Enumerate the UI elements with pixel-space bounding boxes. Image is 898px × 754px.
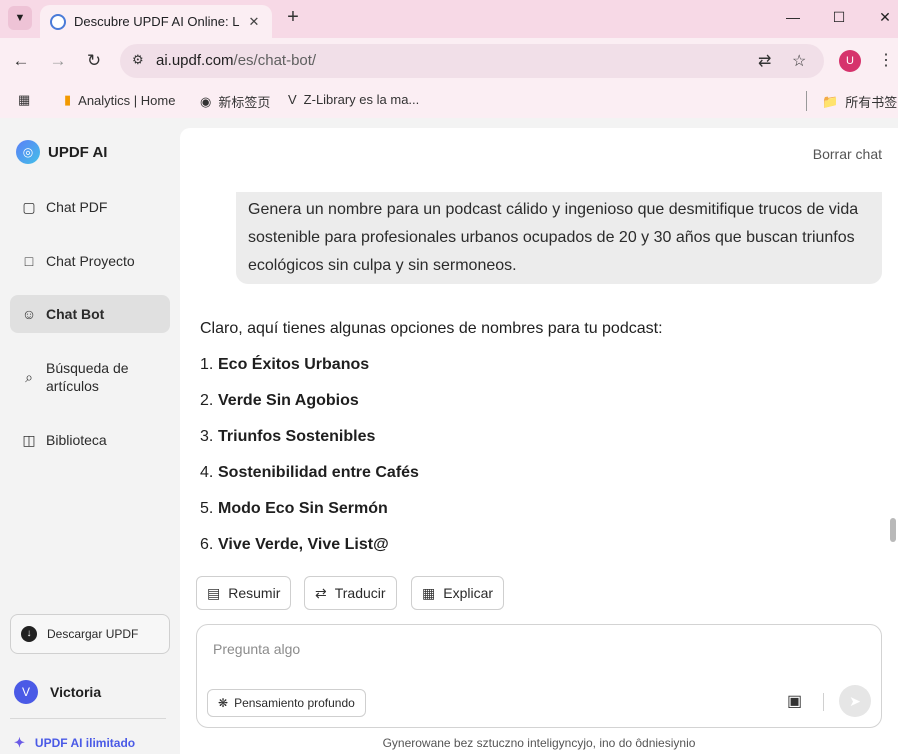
list-item: 5. Modo Eco Sin Sermón (200, 500, 388, 517)
clear-chat-button[interactable]: Borrar chat (813, 146, 882, 162)
bookmark-new-tab[interactable]: ◉ 新标签页 (200, 92, 270, 111)
sidebar-item-label: Chat Bot (46, 306, 105, 322)
bot-icon: ☺ (21, 306, 37, 322)
browser-menu-icon[interactable]: ⋮ (878, 50, 894, 70)
analytics-icon: ▮ (64, 92, 72, 107)
translate-button[interactable]: ⇄ Traducir (304, 576, 397, 610)
chat-panel: Borrar chat Genera un nombre para un pod… (180, 128, 898, 754)
browser-toolbar: ← → ↻ ⚙ ai.updf.com/es/chat-bot/ ⇄ ☆ U ⋮ (0, 38, 898, 84)
sidebar-item-chat-bot[interactable]: ☺ Chat Bot (10, 295, 170, 333)
message-composer: ❋ Pensamiento profundo ▣ ➤ (196, 624, 882, 728)
download-updf-button[interactable]: ↓ Descargar UPDF (10, 614, 170, 654)
list-item: 4. Sostenibilidad entre Cafés (200, 464, 419, 481)
summarize-button[interactable]: ▤ Resumir (196, 576, 292, 610)
bookmarks-divider (806, 91, 807, 111)
answer-list: 1. Eco Éxitos Urbanos 2. Verde Sin Agobios… (200, 356, 419, 572)
send-icon: ➤ (849, 693, 861, 709)
updf-favicon-icon (50, 13, 66, 30)
list-item: 2. Verde Sin Agobios (200, 392, 359, 409)
sidebar-divider (10, 718, 166, 719)
scrollbar[interactable] (890, 518, 896, 542)
ai-disclaimer: Gynerowane bez sztuczno inteligyncyjo, i… (382, 736, 696, 750)
user-name: Victoria (50, 684, 102, 700)
composer-divider (823, 693, 824, 711)
folder-icon: □ (24, 253, 34, 269)
address-bar[interactable]: ⚙ ai.updf.com/es/chat-bot/ ⇄ ☆ (120, 44, 824, 78)
upgrade-link[interactable]: ✦ UPDF AI ilimitado (14, 735, 135, 751)
tab-search-button[interactable]: ▼ (8, 6, 32, 30)
sidebar-item-chat-pdf[interactable]: ▢ Chat PDF (10, 188, 170, 226)
browser-tab[interactable]: Descubre UPDF AI Online: La ✕ (40, 5, 272, 38)
translate-icon[interactable]: ⇄ (758, 51, 771, 71)
sidebar-item-label: Búsqueda de artículos (46, 360, 129, 394)
message-input[interactable] (213, 641, 833, 657)
send-button[interactable]: ➤ (839, 685, 871, 717)
sidebar-item-chat-proyecto[interactable]: □ Chat Proyecto (10, 242, 170, 280)
zlibrary-icon: V (288, 92, 297, 107)
browser-tab-strip: ▼ Descubre UPDF AI Online: La ✕ + — ☐ ✕ (0, 0, 898, 38)
chevron-down-icon: ▼ (14, 12, 26, 24)
minimize-button[interactable]: — (782, 6, 804, 28)
globe-icon: ◉ (200, 93, 212, 109)
library-icon: ◫ (22, 431, 36, 448)
search-doc-icon: ⌕ (25, 368, 33, 385)
brand[interactable]: ◎ UPDF AI (16, 140, 107, 164)
app-sidebar: ◎ UPDF AI ▢ Chat PDF □ Chat Proyecto ☺ C… (0, 118, 180, 754)
profile-avatar[interactable]: U (839, 50, 861, 72)
explain-button[interactable]: ▦ Explicar (411, 576, 505, 610)
sidebar-item-label: Chat PDF (46, 199, 108, 215)
sparkle-icon: ✦ (14, 735, 25, 750)
brand-name: UPDF AI (48, 143, 108, 161)
bookmarks-bar: ▦ ▮ Analytics | Home ◉ 新标签页 V Z-Library … (0, 84, 898, 118)
bookmark-zlibrary[interactable]: V Z-Library es la ma... (288, 92, 419, 107)
url-text[interactable]: ai.updf.com/es/chat-bot/ (156, 52, 316, 69)
all-bookmarks[interactable]: 📁 所有书签 (822, 92, 897, 111)
user-message-bubble: Genera un nombre para un podcast cálido … (236, 192, 882, 284)
back-button[interactable]: ← (10, 50, 32, 72)
sidebar-item-busqueda[interactable]: ⌕ Búsqueda de artículos (10, 350, 170, 404)
apps-grid-icon[interactable]: ▦ (18, 92, 30, 108)
sidebar-item-label: Chat Proyecto (46, 253, 135, 269)
list-item: 6. Vive Verde, Vive List@ (200, 536, 389, 553)
book-icon: ▦ (422, 584, 436, 601)
image-upload-icon[interactable]: ▣ (787, 691, 802, 711)
forward-button[interactable]: → (47, 50, 69, 72)
updf-logo-icon: ◎ (16, 140, 40, 164)
bookmark-analytics[interactable]: ▮ Analytics | Home (64, 92, 175, 108)
bookmark-star-icon[interactable]: ☆ (792, 51, 806, 71)
brain-icon: ❋ (218, 696, 229, 710)
new-tab-button[interactable]: + (282, 6, 304, 28)
user-profile[interactable]: V Victoria (14, 680, 101, 704)
site-settings-icon[interactable]: ⚙ (132, 52, 144, 68)
translate-icon: ⇄ (315, 584, 327, 601)
summarize-icon: ▤ (207, 584, 221, 601)
deep-think-toggle[interactable]: ❋ Pensamiento profundo (207, 689, 366, 717)
avatar: V (14, 680, 38, 704)
chat-pdf-icon: ▢ (22, 198, 36, 215)
answer-intro: Claro, aquí tienes algunas opciones de n… (200, 320, 663, 337)
close-icon[interactable]: ✕ (246, 14, 262, 30)
maximize-button[interactable]: ☐ (828, 6, 850, 28)
reload-button[interactable]: ↻ (83, 50, 105, 72)
tab-title: Descubre UPDF AI Online: La (74, 14, 240, 29)
download-icon: ↓ (21, 626, 37, 642)
list-item: 3. Triunfos Sostenibles (200, 428, 376, 445)
sidebar-item-label: Biblioteca (46, 432, 107, 448)
list-item: 1. Eco Éxitos Urbanos (200, 356, 370, 373)
folder-icon: 📁 (822, 93, 839, 109)
window-close-button[interactable]: ✕ (874, 6, 896, 28)
sidebar-item-biblioteca[interactable]: ◫ Biblioteca (10, 421, 170, 459)
